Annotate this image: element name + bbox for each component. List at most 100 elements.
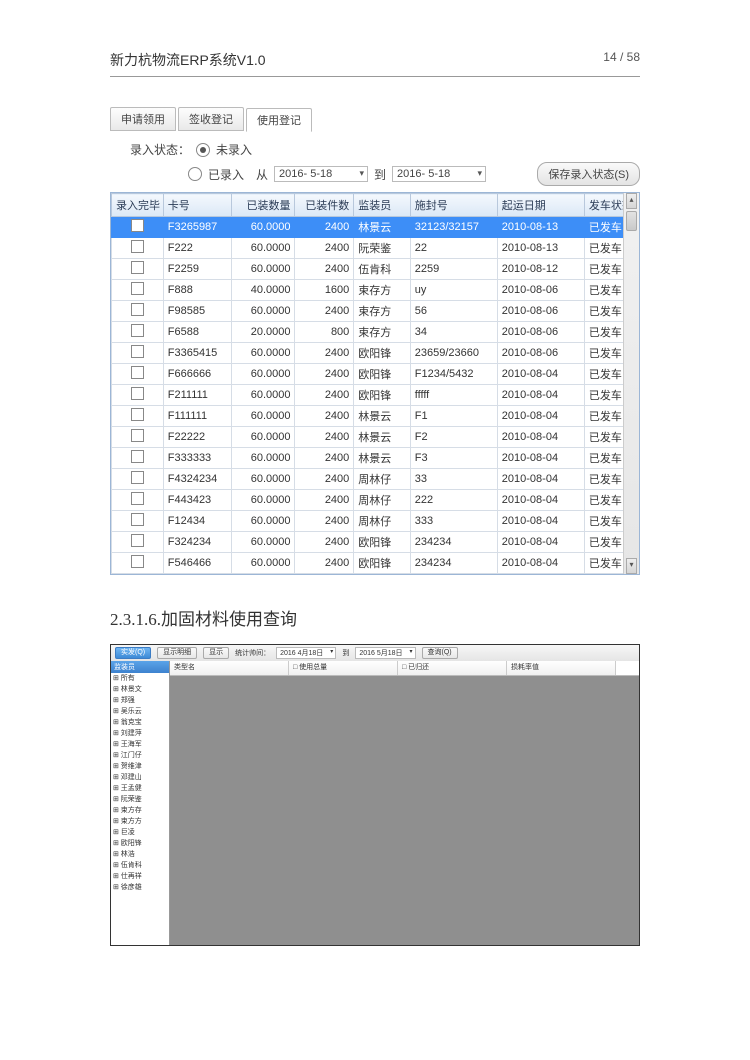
tab-usage[interactable]: 使用登记 xyxy=(246,108,312,132)
s2-btn-query[interactable]: 查询(Q) xyxy=(422,647,458,659)
radio-entered[interactable] xyxy=(188,167,202,181)
save-status-button[interactable]: 保存录入状态(S) xyxy=(537,162,640,186)
tree-item[interactable]: ⊞ 翁克宝 xyxy=(111,717,169,728)
date-to[interactable]: 2016- 5-18 xyxy=(392,166,486,182)
data-grid[interactable]: 录入完毕卡号已装数量已装件数监装员施封号起运日期发车状态 F326598760.… xyxy=(111,193,639,574)
tree-item[interactable]: ⊞ 阮荣鉴 xyxy=(111,794,169,805)
cell xyxy=(112,238,164,259)
table-row[interactable]: F33333360.00002400林景云F32010-08-04已发车 xyxy=(112,448,639,469)
row-checkbox[interactable] xyxy=(131,282,144,295)
row-checkbox[interactable] xyxy=(131,240,144,253)
table-row[interactable]: F22260.00002400阮荣鉴222010-08-13已发车 xyxy=(112,238,639,259)
table-row[interactable]: F336541560.00002400欧阳锋23659/236602010-08… xyxy=(112,343,639,364)
row-checkbox[interactable] xyxy=(131,429,144,442)
table-row[interactable]: F432423460.00002400周林仔332010-08-04已发车 xyxy=(112,469,639,490)
s2-date-to[interactable]: 2016 5月18日 xyxy=(355,647,415,659)
table-row[interactable]: F88840.00001600束存方uy2010-08-06已发车 xyxy=(112,280,639,301)
col-header[interactable]: 已装数量 xyxy=(231,194,295,217)
scroll-thumb[interactable] xyxy=(626,211,637,231)
tree-item[interactable]: ⊞ 巨凌 xyxy=(111,827,169,838)
tree-item[interactable]: ⊞ 江门仔 xyxy=(111,750,169,761)
s2-tree-panel[interactable]: 监装员 ⊞ 所有⊞ 林景文⊞ 郑强⊞ 吴乐云⊞ 翁克宝⊞ 刘建萍⊞ 王海军⊞ 江… xyxy=(111,661,170,945)
row-checkbox[interactable] xyxy=(131,387,144,400)
table-row[interactable]: F11111160.00002400林景云F12010-08-04已发车 xyxy=(112,406,639,427)
cell: 2010-08-12 xyxy=(497,259,584,280)
tree-item[interactable]: ⊞ 仕再祥 xyxy=(111,871,169,882)
table-row[interactable]: F66666660.00002400欧阳锋F1234/54322010-08-0… xyxy=(112,364,639,385)
cell xyxy=(112,511,164,532)
cell: F3265987 xyxy=(163,217,231,238)
s2-btn-detail[interactable]: 显示明细 xyxy=(157,647,197,659)
tree-item[interactable]: ⊞ 所有 xyxy=(111,673,169,684)
table-row[interactable]: F2222260.00002400林景云F22010-08-04已发车 xyxy=(112,427,639,448)
row-checkbox[interactable] xyxy=(131,450,144,463)
table-row[interactable]: F658820.0000800束存方342010-08-06已发车 xyxy=(112,322,639,343)
tab-receipt[interactable]: 签收登记 xyxy=(178,107,244,131)
table-row[interactable]: F326598760.00002400林景云32123/321572010-08… xyxy=(112,217,639,238)
tree-item[interactable]: ⊞ 王孟健 xyxy=(111,783,169,794)
tree-item[interactable]: ⊞ 吴乐云 xyxy=(111,706,169,717)
s2-date-from[interactable]: 2016 4月18日 xyxy=(276,647,336,659)
s2-toolbar: 实发(Q) 显示明细 显示 统计帅间： 2016 4月18日 到 2016 5月… xyxy=(111,645,639,662)
table-row[interactable]: F9858560.00002400束存方562010-08-06已发车 xyxy=(112,301,639,322)
tab-apply[interactable]: 申请领用 xyxy=(110,107,176,131)
s2-col-header[interactable]: □ 使用总量 xyxy=(289,661,398,675)
tree-item[interactable]: ⊞ 束方方 xyxy=(111,816,169,827)
tree-item[interactable]: ⊞ 欧阳锋 xyxy=(111,838,169,849)
cell xyxy=(112,469,164,490)
s2-btn-show[interactable]: 显示 xyxy=(203,647,229,659)
tree-item[interactable]: ⊞ 林浩 xyxy=(111,849,169,860)
row-checkbox[interactable] xyxy=(131,345,144,358)
tree-item[interactable]: ⊞ 徐彦雄 xyxy=(111,882,169,893)
cell: 333 xyxy=(410,511,497,532)
tree-item[interactable]: ⊞ 刘建萍 xyxy=(111,728,169,739)
table-row[interactable]: F32423460.00002400欧阳锋2342342010-08-04已发车 xyxy=(112,532,639,553)
cell: 2010-08-13 xyxy=(497,238,584,259)
row-checkbox[interactable] xyxy=(131,261,144,274)
row-checkbox[interactable] xyxy=(131,366,144,379)
row-checkbox[interactable] xyxy=(131,513,144,526)
s2-stat-label: 统计帅间： xyxy=(235,648,270,658)
row-checkbox[interactable] xyxy=(131,534,144,547)
tree-item[interactable]: ⊞ 贺维津 xyxy=(111,761,169,772)
scroll-up-icon[interactable]: ▴ xyxy=(626,193,637,209)
table-row[interactable]: F225960.00002400伍肯科22592010-08-12已发车 xyxy=(112,259,639,280)
s2-btn-issue[interactable]: 实发(Q) xyxy=(115,647,151,659)
tree-item[interactable]: ⊞ 王海军 xyxy=(111,739,169,750)
vertical-scrollbar[interactable]: ▴ ▾ xyxy=(623,193,639,574)
table-row[interactable]: F21111160.00002400欧阳锋fffff2010-08-04已发车 xyxy=(112,385,639,406)
row-checkbox[interactable] xyxy=(131,471,144,484)
s2-col-header[interactable]: □ 已归还 xyxy=(398,661,507,675)
table-row[interactable]: F1243460.00002400周林仔3332010-08-04已发车 xyxy=(112,511,639,532)
tree-item[interactable]: ⊞ 林景文 xyxy=(111,684,169,695)
col-header[interactable]: 卡号 xyxy=(163,194,231,217)
row-checkbox[interactable] xyxy=(131,324,144,337)
s2-col-header[interactable]: 损耗率值 xyxy=(507,661,616,675)
tree-item[interactable]: ⊞ 邓建山 xyxy=(111,772,169,783)
row-checkbox[interactable] xyxy=(131,303,144,316)
row-checkbox[interactable] xyxy=(131,555,144,568)
cell: 2400 xyxy=(295,385,354,406)
row-checkbox[interactable] xyxy=(131,492,144,505)
status-label: 录入状态： xyxy=(130,141,190,158)
cell: 2400 xyxy=(295,532,354,553)
tree-item[interactable]: ⊞ 伍肯科 xyxy=(111,860,169,871)
col-header[interactable]: 已装件数 xyxy=(295,194,354,217)
cell xyxy=(112,301,164,322)
cell: 2259 xyxy=(410,259,497,280)
col-header[interactable]: 起运日期 xyxy=(497,194,584,217)
scroll-down-icon[interactable]: ▾ xyxy=(626,558,637,574)
col-header[interactable]: 录入完毕 xyxy=(112,194,164,217)
tree-item[interactable]: ⊞ 郑强 xyxy=(111,695,169,706)
table-row[interactable]: F44342360.00002400周林仔2222010-08-04已发车 xyxy=(112,490,639,511)
col-header[interactable]: 施封号 xyxy=(410,194,497,217)
col-header[interactable]: 监装员 xyxy=(354,194,410,217)
row-checkbox[interactable] xyxy=(131,408,144,421)
date-from[interactable]: 2016- 5-18 xyxy=(274,166,368,182)
radio-not-entered[interactable] xyxy=(196,143,210,157)
cell xyxy=(112,490,164,511)
s2-col-header[interactable]: 类型名 xyxy=(170,661,289,675)
table-row[interactable]: F54646660.00002400欧阳锋2342342010-08-04已发车 xyxy=(112,553,639,574)
row-checkbox[interactable] xyxy=(131,219,144,232)
tree-item[interactable]: ⊞ 束方存 xyxy=(111,805,169,816)
